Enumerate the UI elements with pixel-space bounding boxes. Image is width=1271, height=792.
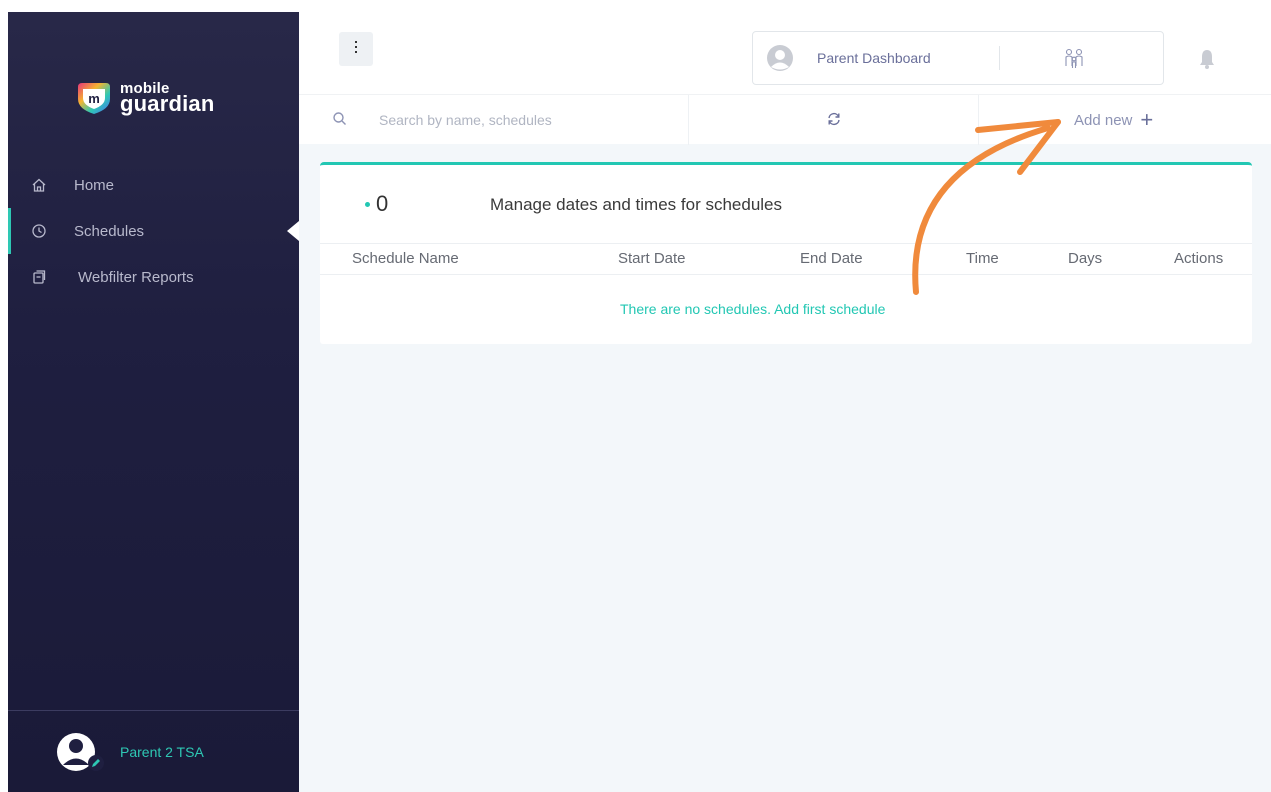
vertical-dots-icon (353, 40, 359, 59)
top-bar: Parent Dashboard (299, 12, 1271, 94)
family-icon[interactable] (1061, 46, 1087, 72)
report-icon (30, 268, 48, 286)
bell-icon[interactable] (1197, 48, 1217, 70)
column-header-start-date[interactable]: Start Date (618, 250, 686, 267)
logo-mark-icon: m (74, 81, 114, 115)
sidebar: m mobile guardian Home Schedules Webfilt… (8, 12, 299, 792)
user-circle-icon (765, 43, 795, 73)
column-header-days[interactable]: Days (1068, 250, 1102, 267)
divider (978, 95, 979, 145)
divider (999, 46, 1000, 70)
user-name: Parent 2 TSA (120, 743, 204, 760)
search-input[interactable] (379, 107, 679, 133)
sidebar-item-home[interactable]: Home (8, 162, 299, 208)
brand-logo[interactable]: m mobile guardian (74, 78, 215, 118)
svg-text:m: m (88, 91, 100, 106)
add-first-schedule-link[interactable]: There are no schedules. Add first schedu… (620, 301, 885, 317)
schedules-card: 0 Manage dates and times for schedules S… (320, 162, 1252, 344)
column-header-time[interactable]: Time (966, 250, 999, 267)
menu-button[interactable] (339, 32, 373, 66)
count-dot-icon (365, 201, 370, 207)
refresh-icon[interactable] (825, 110, 843, 128)
sidebar-item-label: Schedules (74, 222, 145, 240)
add-new-button[interactable]: Add new + (1074, 107, 1153, 133)
avatar-icon (56, 730, 106, 774)
column-header-end-date[interactable]: End Date (800, 250, 863, 267)
search-icon (331, 110, 349, 128)
clock-icon (30, 222, 48, 240)
sidebar-item-webfilter-reports[interactable]: Webfilter Reports (8, 254, 299, 300)
brand-name-bottom: guardian (120, 91, 215, 116)
plus-icon: + (1140, 107, 1154, 132)
schedule-count-value: 0 (376, 191, 389, 216)
toolbar: Add new + (299, 94, 1271, 145)
sidebar-item-label: Home (74, 176, 115, 194)
card-title: Manage dates and times for schedules (490, 195, 783, 214)
sidebar-item-label: Webfilter Reports (78, 268, 194, 286)
home-icon (30, 176, 48, 194)
user-profile[interactable]: Parent 2 TSA (8, 710, 299, 792)
table-header: Schedule Name Start Date End Date Time D… (320, 243, 1252, 275)
app-frame: m mobile guardian Home Schedules Webfilt… (8, 12, 1271, 792)
sidebar-item-schedules[interactable]: Schedules (8, 208, 299, 254)
add-new-label: Add new (1074, 111, 1133, 129)
divider (688, 95, 689, 145)
sidebar-nav: Home Schedules Webfilter Reports (8, 162, 299, 300)
parent-dashboard-link[interactable]: Parent Dashboard (817, 50, 931, 66)
dashboard-switcher: Parent Dashboard (752, 31, 1164, 85)
schedule-count: 0 (365, 191, 388, 217)
column-header-schedule-name[interactable]: Schedule Name (352, 250, 459, 267)
column-header-actions[interactable]: Actions (1174, 250, 1223, 267)
